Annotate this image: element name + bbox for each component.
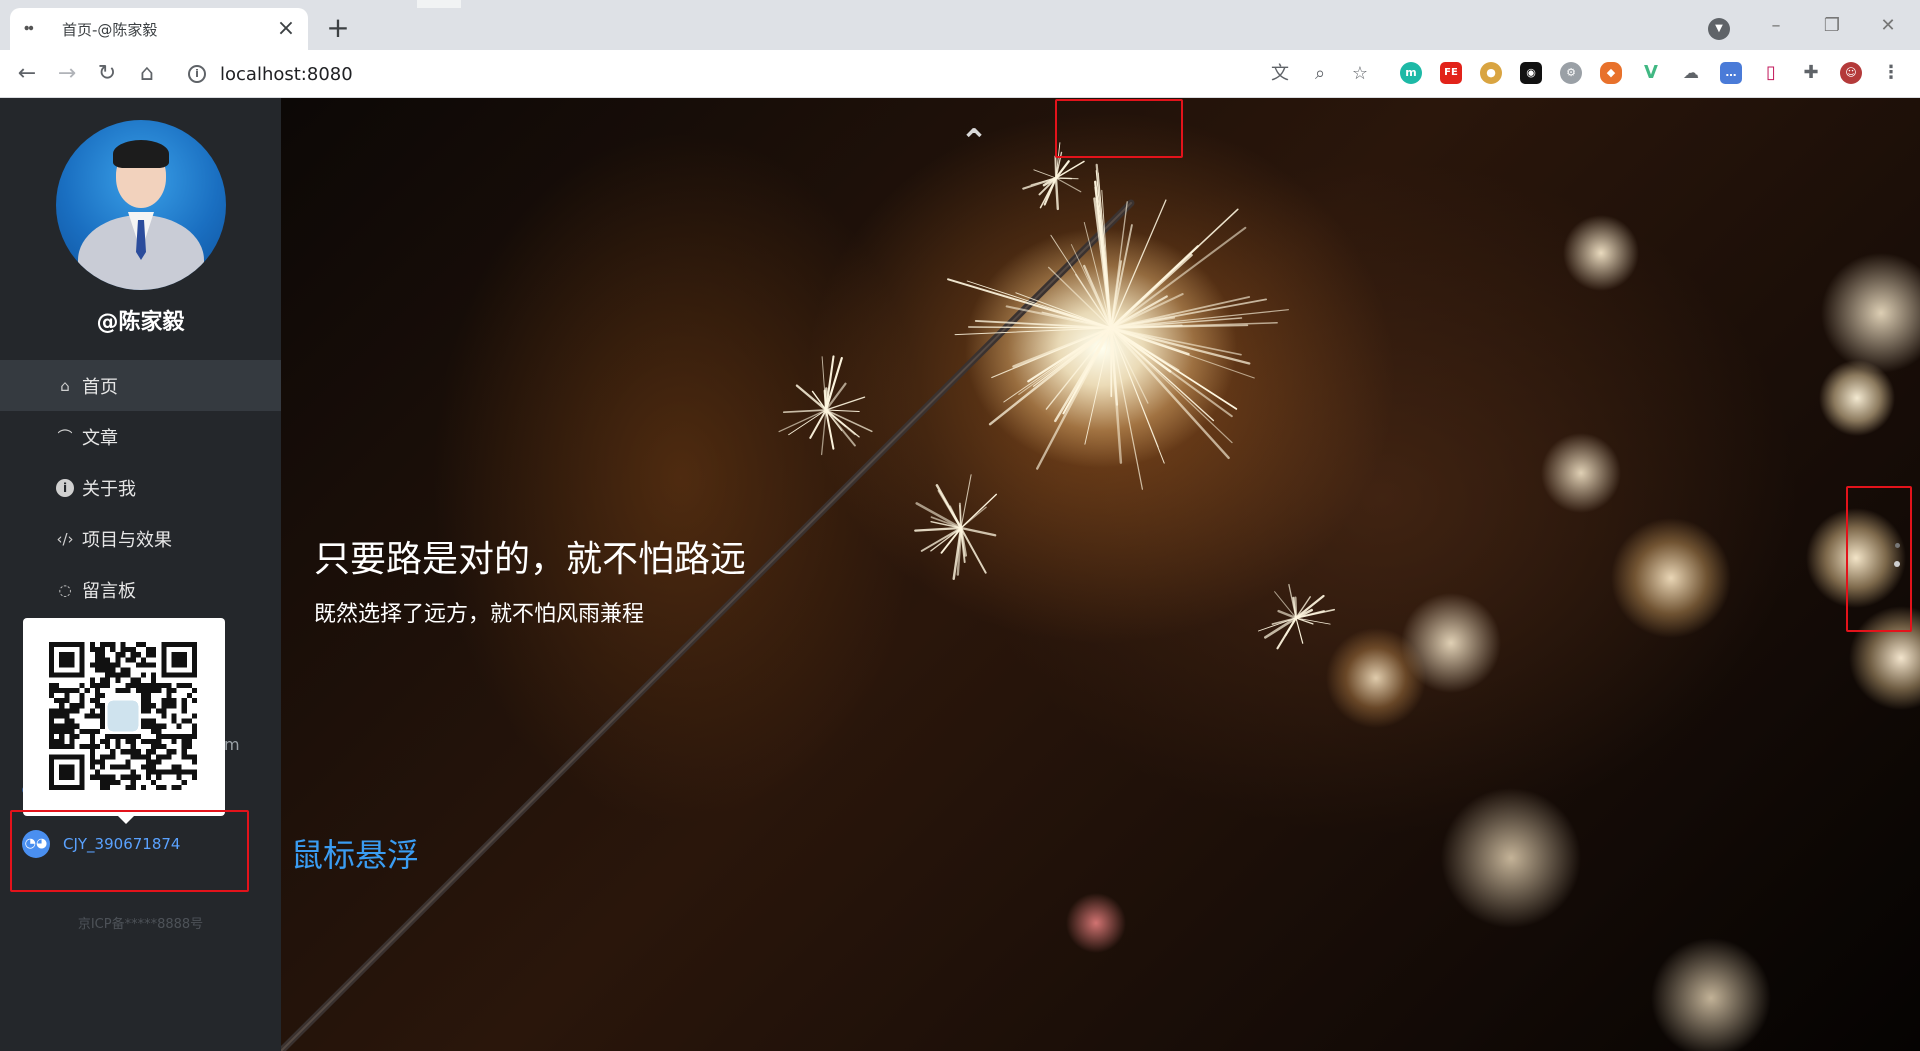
- hero-subtitle: 既然选择了远方，就不怕风雨兼程: [314, 602, 645, 627]
- page: @陈家毅 ⌂ 首页 ⌒ 文章 i 关于我 ‹/› 项目与效果 ◌ 留言板 m ◔…: [0, 98, 1920, 1051]
- hero-title: 只要路是对的，就不怕路远: [314, 539, 747, 580]
- tab-close-icon[interactable]: ×: [276, 18, 296, 40]
- reload-icon[interactable]: ↻: [91, 58, 123, 90]
- hover-label: 鼠标悬浮: [291, 836, 420, 874]
- bookmark-star-icon[interactable]: ☆: [1348, 62, 1372, 86]
- translate-icon[interactable]: 文: [1268, 62, 1292, 86]
- address-bar[interactable]: i localhost:8080: [176, 56, 1376, 92]
- new-tab-button[interactable]: +: [322, 12, 354, 44]
- obscured-contact-text: m: [224, 735, 240, 754]
- cloud-icon[interactable]: ☁: [1680, 62, 1702, 84]
- sidebar-item-home[interactable]: ⌂ 首页: [0, 360, 281, 411]
- browser-toolbar: ← → ↻ ⌂ i localhost:8080 文 ⌕ ☆: [0, 50, 1920, 98]
- slide-pagination: [1891, 543, 1903, 583]
- wechat-qr-popover: [23, 618, 225, 824]
- sidebar-item-label: 文章: [82, 427, 118, 449]
- wechat-icon[interactable]: ◔◕: [22, 830, 50, 858]
- rss-icon: ⌒: [57, 427, 73, 446]
- browser-menu-icon[interactable]: ⋮: [1880, 62, 1902, 84]
- sidebar: @陈家毅 ⌂ 首页 ⌒ 文章 i 关于我 ‹/› 项目与效果 ◌ 留言板 m ◔…: [0, 98, 281, 1051]
- wechat-qr-code: [49, 642, 197, 790]
- code-icon: ‹/›: [56, 529, 74, 548]
- back-arrow-icon[interactable]: ←: [11, 58, 43, 90]
- home-icon[interactable]: ⌂: [131, 58, 163, 90]
- zoom-icon[interactable]: ⌕: [1308, 62, 1332, 86]
- sidebar-item-label: 项目与效果: [82, 529, 172, 551]
- profile-avatar-icon[interactable]: ☺: [1840, 62, 1862, 84]
- url-text[interactable]: localhost:8080: [220, 64, 353, 85]
- pagination-dot[interactable]: [1894, 543, 1900, 548]
- extension-m-icon[interactable]: m: [1400, 62, 1422, 84]
- close-window-icon[interactable]: ✕: [1876, 14, 1900, 38]
- scroll-up-chevron-icon[interactable]: ⌃: [949, 122, 999, 162]
- avatar: [56, 120, 226, 290]
- tab-search-icon[interactable]: ▼: [1708, 18, 1730, 40]
- todo-icon[interactable]: ◉: [1520, 62, 1542, 84]
- home-icon: ⌂: [60, 376, 70, 395]
- forward-arrow-icon[interactable]: →: [51, 58, 83, 90]
- tab-favicon-icon: ꔷꔷ: [24, 22, 34, 35]
- sidebar-item-label: 关于我: [82, 478, 136, 500]
- tab-title: 首页-@陈家毅: [62, 20, 158, 39]
- browser-tab-active[interactable]: ꔷꔷ 首页-@陈家毅 ×: [10, 8, 308, 50]
- bookmark-icon[interactable]: ▯: [1760, 62, 1782, 84]
- wechat-id[interactable]: CJY_390671874: [63, 835, 180, 853]
- sidebar-item-guestbook[interactable]: ◌ 留言板: [0, 564, 281, 615]
- sidebar-item-articles[interactable]: ⌒ 文章: [0, 411, 281, 462]
- restore-icon[interactable]: ❐: [1820, 14, 1844, 38]
- wechat-contact[interactable]: ◔◕ CJY_390671874: [22, 830, 180, 858]
- sidebar-menu: ⌂ 首页 ⌒ 文章 i 关于我 ‹/› 项目与效果 ◌ 留言板: [0, 360, 281, 615]
- icp-record[interactable]: 京ICP备*****8888号: [0, 913, 281, 932]
- tab-strip-accent: [417, 0, 461, 8]
- fox-icon[interactable]: ◆: [1600, 62, 1622, 84]
- minimize-icon[interactable]: –: [1764, 14, 1788, 38]
- chat-icon[interactable]: …: [1720, 62, 1742, 84]
- chat-icon: ◌: [58, 580, 72, 599]
- pagination-dot-active[interactable]: [1894, 561, 1900, 567]
- gear-icon[interactable]: ⚙: [1560, 62, 1582, 84]
- sidebar-item-label: 留言板: [82, 580, 136, 602]
- info-icon: i: [56, 478, 74, 497]
- hero-banner: ⌃ 只要路是对的，就不怕路远 既然选择了远方，就不怕风雨兼程 鼠标悬浮: [281, 98, 1920, 1051]
- vue-icon[interactable]: V: [1640, 62, 1662, 84]
- puzzle-icon[interactable]: ✚: [1800, 62, 1822, 84]
- extension-fe-icon[interactable]: FE: [1440, 62, 1462, 84]
- username: @陈家毅: [96, 310, 185, 335]
- sidebar-item-about[interactable]: i 关于我: [0, 462, 281, 513]
- sidebar-item-projects[interactable]: ‹/› 项目与效果: [0, 513, 281, 564]
- browser-tab-strip: ꔷꔷ 首页-@陈家毅 × + ▼ – ❐ ✕: [0, 0, 1920, 50]
- cookie-icon[interactable]: ●: [1480, 62, 1502, 84]
- sidebar-item-label: 首页: [82, 376, 118, 398]
- site-info-icon[interactable]: i: [188, 65, 206, 83]
